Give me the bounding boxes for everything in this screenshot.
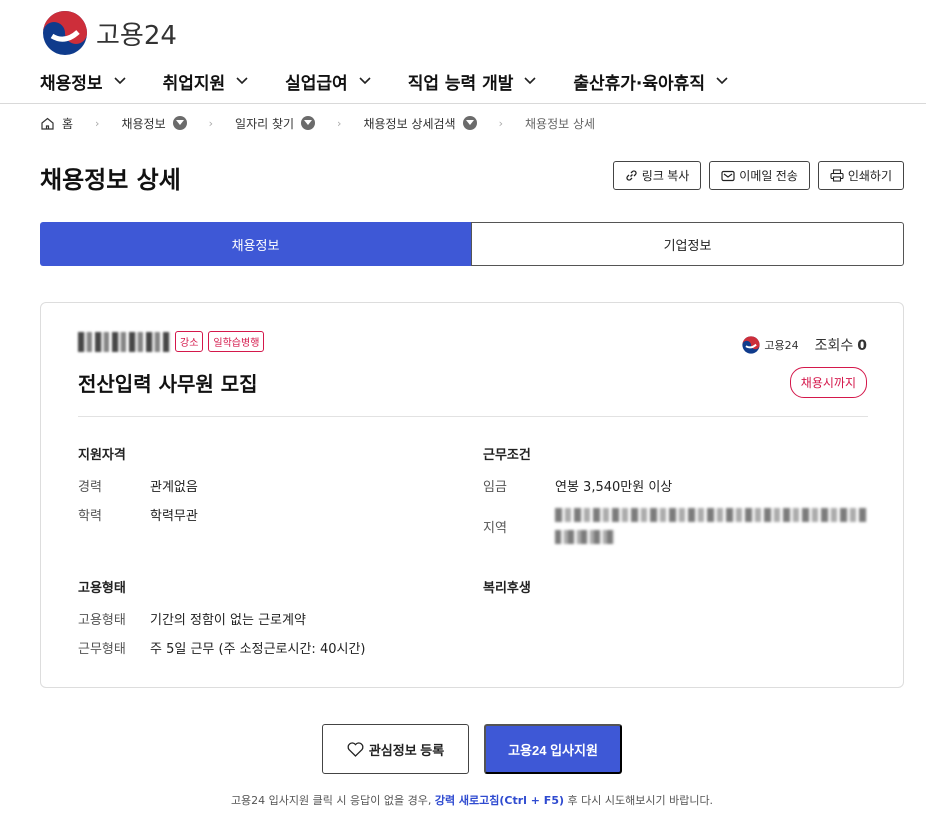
company-info: 강소 일학습병행 bbox=[78, 331, 265, 352]
add-interest-button[interactable]: 관심정보 등록 bbox=[322, 724, 469, 774]
nav-item-unemployment-benefit[interactable]: 실업급여 bbox=[285, 70, 372, 94]
printer-icon bbox=[830, 169, 844, 182]
chevron-down-icon bbox=[716, 77, 728, 85]
badge-strong-sme: 강소 bbox=[175, 331, 204, 352]
nav-item-employment-support[interactable]: 취업지원 bbox=[162, 70, 250, 94]
work-type-value: 주 5일 근무 (주 소정근로시간: 40시간) bbox=[150, 642, 366, 657]
job-detail-card: 강소 일학습병행 고용24 조회수 0 전산입력 사무원 모집 채용시까지 지원자… bbox=[40, 302, 904, 688]
chevron-down-icon bbox=[524, 77, 536, 85]
chevron-down-icon bbox=[236, 77, 248, 85]
chevron-down-icon bbox=[359, 77, 371, 85]
wage-label: 임금 bbox=[483, 480, 507, 495]
view-count-label: 조회수 bbox=[814, 338, 854, 354]
taegeuk-logo-icon bbox=[742, 336, 760, 354]
breadcrumb-label: 일자리 찾기 bbox=[235, 116, 295, 131]
wage-row: 임금 연봉 3,540만원 이상 bbox=[483, 476, 672, 495]
chevron-right-icon: › bbox=[498, 116, 503, 130]
chevron-right-icon: › bbox=[337, 116, 342, 130]
education-value: 학력무관 bbox=[150, 509, 198, 524]
nav-divider bbox=[0, 103, 926, 104]
page-title: 채용정보 상세 bbox=[40, 166, 181, 194]
chevron-right-icon: › bbox=[95, 116, 100, 130]
wage-value: 연봉 3,540만원 이상 bbox=[555, 480, 673, 495]
brand-name: 고용24 bbox=[96, 20, 177, 51]
education-row: 학력 학력무관 bbox=[78, 505, 198, 524]
apply-button[interactable]: 고용24 입사지원 bbox=[484, 724, 622, 774]
source-logo-text: 고용24 bbox=[764, 339, 799, 352]
view-count-value: 0 bbox=[857, 338, 867, 354]
nav-item-label: 채용정보 bbox=[40, 73, 103, 94]
email-send-button[interactable]: 이메일 전송 bbox=[709, 161, 810, 190]
caret-down-icon[interactable] bbox=[462, 116, 477, 130]
caret-down-icon[interactable] bbox=[172, 116, 187, 130]
add-interest-label: 관심정보 등록 bbox=[368, 742, 445, 758]
breadcrumb-item-find-jobs[interactable]: 일자리 찾기 bbox=[235, 115, 316, 132]
taegeuk-logo-icon bbox=[43, 11, 87, 55]
detail-tabs: 채용정보 기업정보 bbox=[40, 222, 904, 266]
caret-down-icon[interactable] bbox=[301, 116, 316, 130]
breadcrumb-label: 채용정보 상세검색 bbox=[363, 116, 456, 131]
badge-work-study: 일학습병행 bbox=[208, 331, 265, 352]
employment-type-value: 기간의 정함이 없는 근로계약 bbox=[150, 613, 306, 628]
region-label: 지역 bbox=[483, 521, 507, 536]
section-employment-title: 고용형태 bbox=[78, 581, 126, 596]
work-type-label: 근무형태 bbox=[78, 642, 126, 657]
view-count: 조회수 0 bbox=[815, 335, 867, 355]
work-type-row: 근무형태 주 5일 근무 (주 소정근로시간: 40시간) bbox=[78, 638, 365, 657]
education-label: 학력 bbox=[78, 509, 102, 524]
breadcrumb: 홈 › 채용정보 › 일자리 찾기 › 채용정보 상세검색 › 채용정보 상세 bbox=[40, 115, 595, 131]
section-qualification-title: 지원자격 bbox=[78, 448, 126, 463]
main-nav: 채용정보 취업지원 실업급여 직업 능력 개발 출산휴가·육아휴직 bbox=[40, 70, 765, 94]
breadcrumb-current: 채용정보 상세 bbox=[525, 115, 595, 132]
home-icon bbox=[41, 117, 54, 130]
apply-notice: 고용24 입사지원 클릭 시 응답이 없을 경우, 강력 새로고침(Ctrl +… bbox=[0, 792, 926, 808]
job-source: 고용24 조회수 0 bbox=[742, 335, 867, 355]
deadline-badge: 채용시까지 bbox=[789, 367, 867, 398]
nav-item-label: 취업지원 bbox=[162, 73, 226, 94]
chevron-down-icon bbox=[113, 77, 126, 85]
notice-text: 고용24 입사지원 클릭 시 응답이 없을 경우, bbox=[230, 794, 435, 807]
experience-label: 경력 bbox=[78, 480, 102, 495]
notice-emphasis: 강력 새로고침(Ctrl + F5) bbox=[434, 794, 565, 807]
tab-job-info[interactable]: 채용정보 bbox=[40, 222, 471, 266]
breadcrumb-item-detail-search[interactable]: 채용정보 상세검색 bbox=[363, 115, 477, 132]
experience-value: 관계없음 bbox=[150, 480, 198, 495]
print-label: 인쇄하기 bbox=[847, 169, 892, 183]
tab-company-info[interactable]: 기업정보 bbox=[471, 222, 904, 266]
card-divider bbox=[78, 416, 868, 417]
region-row: 지역 bbox=[483, 517, 555, 536]
print-button[interactable]: 인쇄하기 bbox=[817, 161, 904, 190]
region-address-redacted bbox=[555, 508, 867, 522]
page-tools: 링크 복사 이메일 전송 인쇄하기 bbox=[605, 161, 904, 190]
employment-type-row: 고용형태 기간의 정함이 없는 근로계약 bbox=[78, 609, 306, 628]
notice-text-end: 후 다시 시도해보시기 바랍니다. bbox=[564, 794, 714, 807]
section-conditions-title: 근무조건 bbox=[483, 448, 531, 463]
breadcrumb-label: 채용정보 상세 bbox=[525, 116, 596, 131]
breadcrumb-home-label: 홈 bbox=[62, 116, 74, 131]
mail-icon bbox=[721, 170, 735, 181]
section-welfare-title: 복리후생 bbox=[483, 581, 531, 596]
email-send-label: 이메일 전송 bbox=[739, 169, 798, 183]
employment-type-label: 고용형태 bbox=[78, 613, 126, 628]
nav-item-label: 실업급여 bbox=[285, 73, 348, 94]
chevron-right-icon: › bbox=[208, 116, 214, 130]
link-icon bbox=[626, 170, 637, 181]
breadcrumb-home[interactable]: 홈 bbox=[40, 115, 73, 132]
nav-item-label: 출산휴가·육아휴직 bbox=[573, 73, 705, 94]
breadcrumb-item-jobs[interactable]: 채용정보 bbox=[121, 115, 187, 132]
nav-item-label: 직업 능력 개발 bbox=[407, 73, 514, 94]
company-name-redacted bbox=[78, 331, 170, 352]
link-copy-label: 링크 복사 bbox=[641, 169, 690, 183]
breadcrumb-label: 채용정보 bbox=[121, 116, 166, 131]
job-title: 전산입력 사무원 모집 bbox=[78, 372, 258, 396]
link-copy-button[interactable]: 링크 복사 bbox=[612, 161, 702, 190]
experience-row: 경력 관계없음 bbox=[78, 476, 198, 495]
heart-icon bbox=[347, 741, 364, 757]
nav-item-jobs[interactable]: 채용정보 bbox=[40, 70, 127, 94]
nav-item-skills-development[interactable]: 직업 능력 개발 bbox=[407, 70, 538, 94]
brand-logo[interactable]: 고용24 bbox=[42, 10, 177, 56]
region-address-redacted bbox=[555, 530, 615, 544]
nav-item-parental-leave[interactable]: 출산휴가·육아휴직 bbox=[573, 70, 729, 94]
